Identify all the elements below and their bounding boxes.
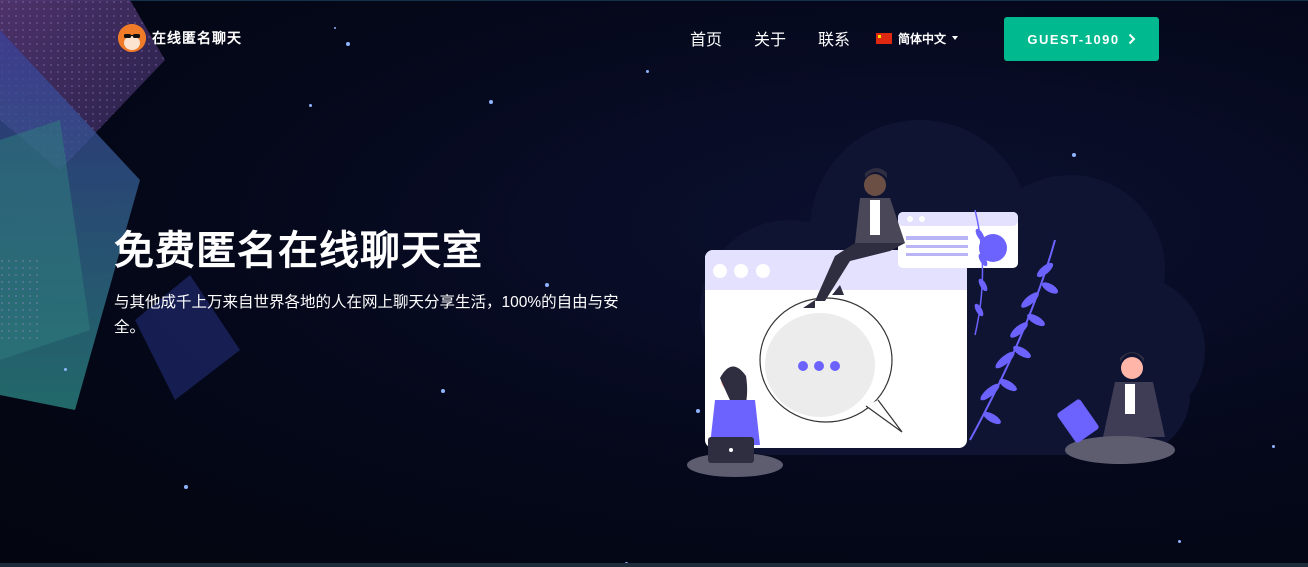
star [184,485,188,489]
hero-title: 免费匿名在线聊天室 [114,229,483,273]
guest-button-label: GUEST-1090 [1027,31,1120,47]
main-nav: 首页 关于 联系 简体中文 [690,26,959,50]
chevron-right-icon [1128,33,1136,45]
star [441,389,445,393]
star [346,42,350,46]
logo-text: 在线匿名聊天 [152,30,242,46]
bottom-border [0,563,1308,567]
star [1272,445,1275,448]
language-label: 简体中文 [898,31,947,46]
star [545,283,549,287]
decorative-shapes [0,0,240,410]
star [489,100,493,104]
star [646,70,649,73]
logo-avatar-icon [118,24,146,52]
logo[interactable]: 在线匿名聊天 [118,24,242,52]
page: 在线匿名聊天 首页 关于 联系 简体中文 GUEST-1090 免费匿名在线聊天… [0,0,1308,567]
profile-card [898,212,1018,268]
chat-illustration [687,120,1205,477]
guest-button[interactable]: GUEST-1090 [1004,17,1159,61]
nav-home[interactable]: 首页 [690,26,722,50]
nav-contact[interactable]: 联系 [818,26,850,50]
star [64,368,67,371]
china-flag-icon [876,32,893,44]
language-selector[interactable]: 简体中文 [876,30,959,47]
hero-subtitle: 与其他成千上万来自世界各地的人在网上聊天分享生活，100%的自由与安全。 [114,294,619,336]
star [309,104,312,107]
star [334,27,336,29]
nav-about[interactable]: 关于 [754,26,786,50]
star [1178,540,1181,543]
caret-down-icon [952,36,959,40]
